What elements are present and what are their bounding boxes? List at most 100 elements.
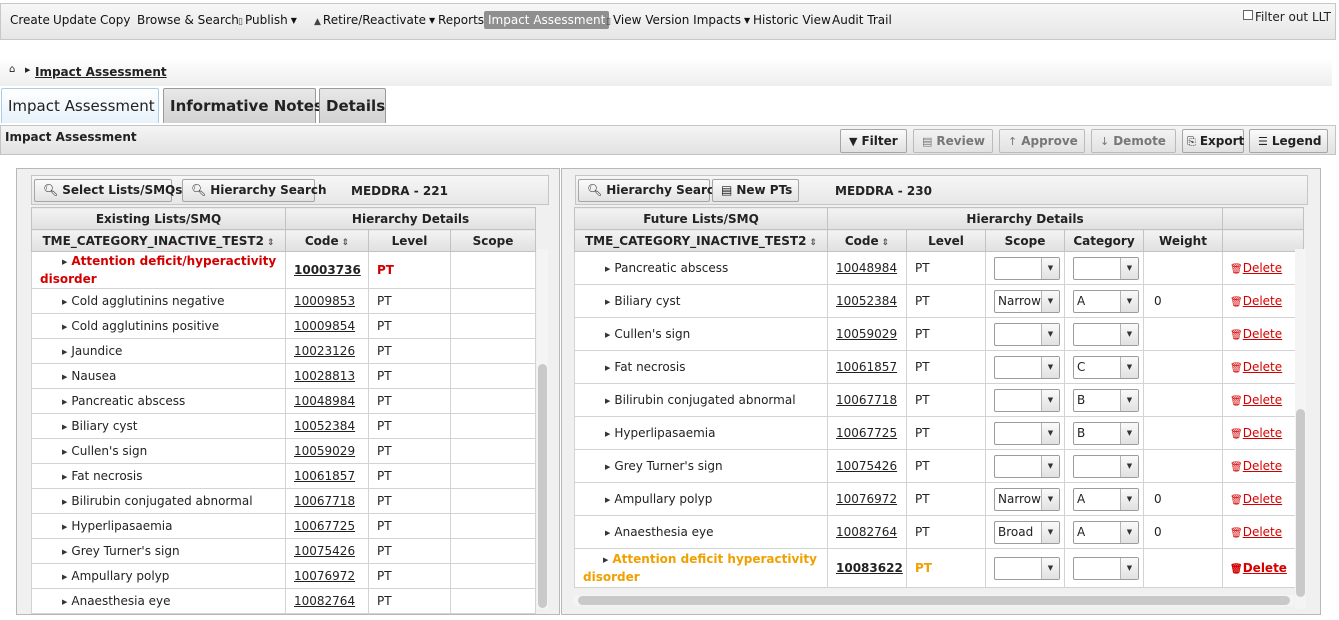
- row-name[interactable]: ▶ Bilirubin conjugated abnormal: [31, 488, 286, 514]
- row-name[interactable]: ▶ Grey Turner's sign: [31, 538, 286, 564]
- delete-button[interactable]: 🗑︎Delete: [1230, 525, 1282, 539]
- table-row[interactable]: ▶ Ampullary polyp 10076972 PT: [31, 563, 536, 589]
- table-row[interactable]: ▶ Grey Turner's sign 10075426 PT: [31, 538, 536, 564]
- code-link[interactable]: 10048984: [294, 394, 355, 408]
- delete-button[interactable]: 🗑︎Delete: [1230, 327, 1282, 341]
- table-row[interactable]: ▶ Fat necrosis 10061857 PT ▼ C ▼ 🗑︎Delete: [574, 350, 1305, 384]
- code-link[interactable]: 10076972: [836, 492, 897, 506]
- expand-icon[interactable]: ▶: [62, 398, 67, 406]
- category-select[interactable]: B ▼: [1073, 421, 1139, 445]
- chevron-down-icon[interactable]: ▼: [1120, 356, 1138, 378]
- row-code[interactable]: 10059029: [285, 438, 369, 464]
- menu-update[interactable]: Update: [53, 13, 96, 27]
- chevron-down-icon[interactable]: ▼: [1041, 389, 1059, 411]
- tab-impact-assessment[interactable]: Impact Assessment: [1, 88, 159, 123]
- row-name[interactable]: ▶ Cullen's sign: [31, 438, 286, 464]
- expand-icon[interactable]: ▶: [605, 331, 610, 339]
- filter-llt-checkbox[interactable]: [1242, 10, 1253, 20]
- menu-reports[interactable]: Reports: [438, 13, 484, 27]
- chevron-down-icon[interactable]: ▼: [1041, 323, 1059, 345]
- code-link[interactable]: 10052384: [294, 419, 355, 433]
- row-code[interactable]: 10009853: [285, 288, 369, 314]
- menu-view-version-impacts[interactable]: ▯ View Version Impacts ▼: [606, 13, 750, 27]
- table-row[interactable]: ▶ Pancreatic abscess 10048984 PT: [31, 388, 536, 414]
- menu-audit-trail[interactable]: Audit Trail: [832, 13, 892, 27]
- table-row[interactable]: ▶ Jaundice 10023126 PT: [31, 338, 536, 364]
- row-name[interactable]: ▶ Pancreatic abscess: [31, 388, 286, 414]
- menu-historic-view[interactable]: Historic View: [753, 13, 831, 27]
- code-link[interactable]: 10061857: [836, 360, 897, 374]
- left-vertical-scrollbar[interactable]: [537, 249, 548, 609]
- row-code[interactable]: 10028813: [285, 363, 369, 389]
- expand-icon[interactable]: ▶: [62, 423, 67, 431]
- scroll-thumb[interactable]: [578, 596, 1290, 605]
- menu-create[interactable]: Create: [10, 13, 50, 27]
- row-code[interactable]: 10075426: [285, 538, 369, 564]
- expand-icon[interactable]: ▶: [605, 298, 610, 306]
- delete-button[interactable]: 🗑︎Delete: [1230, 393, 1282, 407]
- row-code[interactable]: 10067725: [827, 416, 907, 450]
- code-link[interactable]: 10028813: [294, 369, 355, 383]
- category-select[interactable]: ▼: [1073, 556, 1139, 580]
- expand-icon[interactable]: ▶: [62, 548, 67, 556]
- code-link[interactable]: 10082764: [836, 525, 897, 539]
- filter-button[interactable]: ▼ Filter: [840, 129, 907, 153]
- row-name[interactable]: ▶ Anaesthesia eye: [31, 588, 286, 614]
- row-code[interactable]: 10009854: [285, 313, 369, 339]
- table-row[interactable]: ▶ Fat necrosis 10061857 PT: [31, 463, 536, 489]
- row-code[interactable]: 10052384: [827, 284, 907, 318]
- row-code[interactable]: 10061857: [285, 463, 369, 489]
- row-code[interactable]: 10067718: [285, 488, 369, 514]
- expand-icon[interactable]: ▶: [62, 348, 67, 356]
- row-name[interactable]: ▶ Biliary cyst: [574, 284, 828, 318]
- code-link[interactable]: 10083622: [836, 561, 903, 575]
- chevron-down-icon[interactable]: ▼: [1041, 488, 1059, 510]
- chevron-down-icon[interactable]: ▼: [1120, 389, 1138, 411]
- table-row[interactable]: ▶ Biliary cyst 10052384 PT: [31, 413, 536, 439]
- scope-select[interactable]: ▼: [994, 454, 1060, 478]
- row-name[interactable]: ▶ Attention deficit/hyperactivity disorde…: [31, 251, 286, 289]
- code-link[interactable]: 10059029: [836, 327, 897, 341]
- scope-select[interactable]: ▼: [994, 355, 1060, 379]
- row-code[interactable]: 10052384: [285, 413, 369, 439]
- row-name[interactable]: ▶ Jaundice: [31, 338, 286, 364]
- table-row[interactable]: ▶ Attention deficit hyperactivity disorde…: [574, 548, 1305, 588]
- chevron-down-icon[interactable]: ▼: [1041, 257, 1059, 279]
- scope-select[interactable]: ▼: [994, 556, 1060, 580]
- expand-icon[interactable]: ▶: [62, 523, 67, 531]
- category-select[interactable]: ▼: [1073, 322, 1139, 346]
- row-code[interactable]: 10067718: [827, 383, 907, 417]
- row-code[interactable]: 10048984: [827, 251, 907, 285]
- chevron-down-icon[interactable]: ▼: [1120, 257, 1138, 279]
- delete-button[interactable]: 🗑︎Delete: [1230, 360, 1282, 374]
- chevron-down-icon[interactable]: ▼: [1041, 521, 1059, 543]
- row-name[interactable]: ▶ Fat necrosis: [31, 463, 286, 489]
- menu-retire-reactivate[interactable]: ▲ Retire/Reactivate ▼: [314, 13, 435, 27]
- delete-button[interactable]: 🗑︎Delete: [1230, 561, 1287, 575]
- code-link[interactable]: 10067725: [836, 426, 897, 440]
- row-code[interactable]: 10048984: [285, 388, 369, 414]
- row-code[interactable]: 10003736: [285, 251, 369, 289]
- row-name[interactable]: ▶ Hyperlipasaemia: [574, 416, 828, 450]
- table-row[interactable]: ▶ Bilirubin conjugated abnormal 10067718 PT: [31, 488, 536, 514]
- table-row[interactable]: ▶ Cullen's sign 10059029 PT ▼ ▼ 🗑︎Delete: [574, 317, 1305, 351]
- home-icon[interactable]: ⌂: [9, 64, 15, 75]
- scroll-thumb[interactable]: [538, 364, 547, 608]
- right-horizontal-scrollbar[interactable]: [574, 595, 1294, 606]
- expand-icon[interactable]: ▶: [605, 265, 610, 273]
- chevron-down-icon[interactable]: ▼: [1041, 356, 1059, 378]
- sort-icon[interactable]: ⇕: [267, 238, 275, 248]
- code-link[interactable]: 10061857: [294, 469, 355, 483]
- scope-select[interactable]: ▼: [994, 388, 1060, 412]
- delete-button[interactable]: 🗑︎Delete: [1230, 459, 1282, 473]
- select-lists-button[interactable]: 🔍︎ Select Lists/SMQs: [34, 179, 182, 202]
- code-link[interactable]: 10009854: [294, 319, 355, 333]
- row-name[interactable]: ▶ Bilirubin conjugated abnormal: [574, 383, 828, 417]
- row-code[interactable]: 10082764: [285, 588, 369, 614]
- code-link[interactable]: 10009853: [294, 294, 355, 308]
- sort-icon[interactable]: ⇕: [809, 238, 817, 248]
- category-select[interactable]: C ▼: [1073, 355, 1139, 379]
- chevron-down-icon[interactable]: ▼: [1120, 290, 1138, 312]
- row-code[interactable]: 10076972: [827, 482, 907, 516]
- expand-icon[interactable]: ▶: [62, 298, 67, 306]
